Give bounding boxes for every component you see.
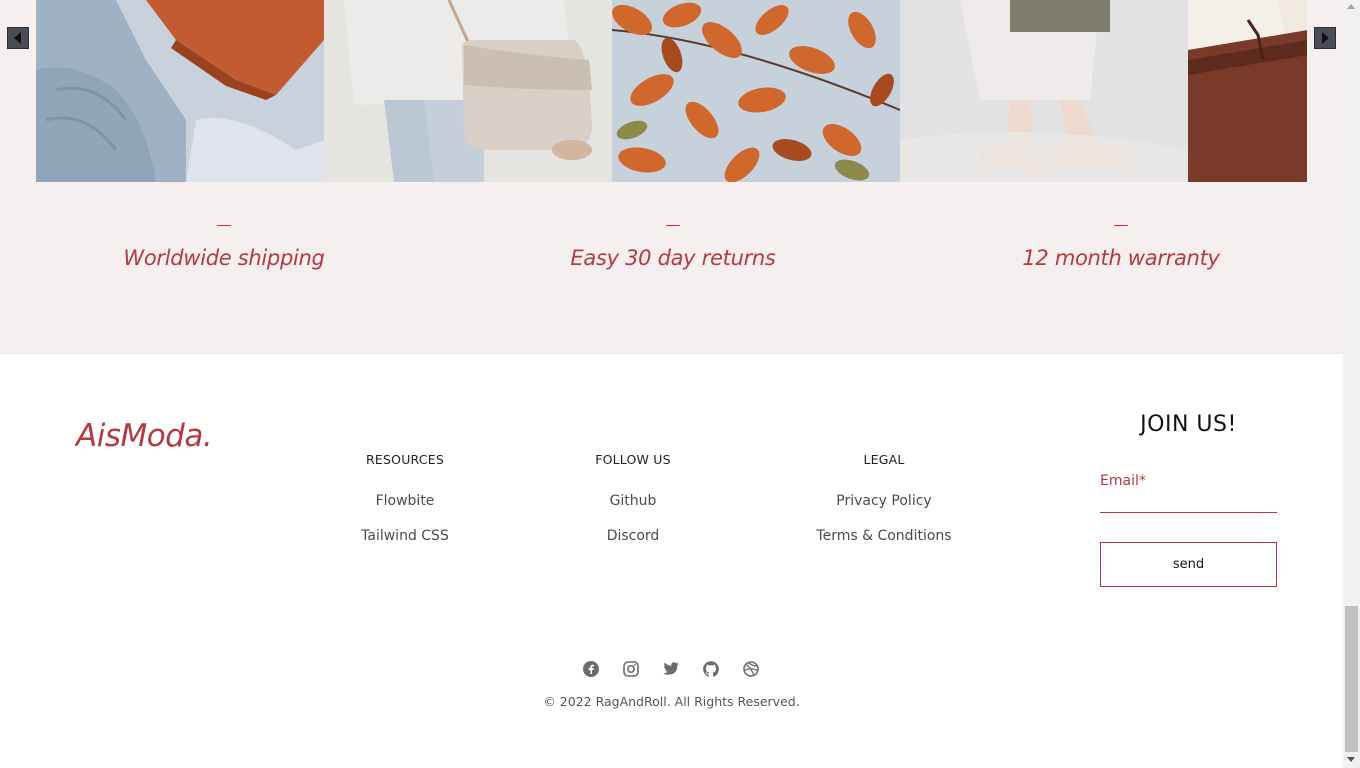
footer-column-title: RESOURCES	[366, 452, 444, 467]
send-button[interactable]: send	[1100, 542, 1277, 587]
newsletter-title: JOIN US!	[1140, 412, 1237, 437]
social-links	[582, 660, 760, 678]
email-field[interactable]	[1100, 492, 1277, 513]
feature-label: Easy 30 day returns	[570, 246, 776, 270]
email-label: Email*	[1100, 473, 1146, 489]
footer-column-follow-us: FOLLOW US Github Discord	[533, 452, 733, 563]
footer-link-discord[interactable]: Discord	[533, 528, 733, 544]
instagram-icon[interactable]	[622, 660, 640, 678]
gallery-image-autumn-leaves-branch[interactable]	[612, 0, 900, 182]
footer-column-legal: LEGAL Privacy Policy Terms & Conditions	[784, 452, 984, 563]
footer-link-flowbite[interactable]: Flowbite	[305, 493, 505, 509]
brand-logo[interactable]: AisModa.	[76, 418, 213, 454]
scroll-thumb[interactable]	[1345, 606, 1358, 752]
feature-label: Worldwide shipping	[123, 246, 325, 270]
footer-link-github[interactable]: Github	[533, 493, 733, 509]
footer-column-title: LEGAL	[863, 452, 905, 467]
feature-worldwide-shipping: Worldwide shipping	[74, 212, 374, 270]
scroll-down-arrow-icon[interactable]	[1347, 757, 1355, 762]
page-scrollbar[interactable]	[1343, 0, 1360, 768]
copyright-text: © 2022 RagAndRoll. All Rights Reserved.	[543, 694, 800, 709]
feature-divider	[217, 225, 231, 226]
feature-easy-returns: Easy 30 day returns	[523, 212, 823, 270]
twitter-icon[interactable]	[662, 660, 680, 678]
gallery-image-woman-with-cream-shoulder-bag[interactable]	[324, 0, 612, 182]
features-section: Worldwide shipping Easy 30 day returns 1…	[0, 0, 1343, 354]
caret-right-icon	[1322, 32, 1329, 44]
footer-link-privacy-policy[interactable]: Privacy Policy	[784, 493, 984, 509]
caret-left-icon	[14, 32, 21, 44]
feature-label: 12 month warranty	[1022, 246, 1220, 270]
carousel-next-button[interactable]	[1314, 27, 1336, 49]
feature-warranty: 12 month warranty	[971, 212, 1271, 270]
gallery-image-brown-leather-bag[interactable]	[1188, 0, 1307, 182]
gallery-image-sandals-and-bag[interactable]	[900, 0, 1188, 182]
dribbble-icon[interactable]	[742, 660, 760, 678]
scroll-up-arrow-icon[interactable]	[1347, 4, 1355, 9]
feature-divider	[666, 225, 680, 226]
feature-divider	[1114, 225, 1128, 226]
image-carousel	[36, 0, 1307, 182]
footer-column-title: FOLLOW US	[595, 452, 671, 467]
footer-link-terms-conditions[interactable]: Terms & Conditions	[784, 528, 984, 544]
footer-column-resources: RESOURCES Flowbite Tailwind CSS	[305, 452, 505, 563]
footer-link-tailwind-css[interactable]: Tailwind CSS	[305, 528, 505, 544]
gallery-image-sweater-and-leather-bag[interactable]	[36, 0, 324, 182]
facebook-icon[interactable]	[582, 660, 600, 678]
github-icon[interactable]	[702, 660, 720, 678]
carousel-prev-button[interactable]	[7, 27, 29, 49]
